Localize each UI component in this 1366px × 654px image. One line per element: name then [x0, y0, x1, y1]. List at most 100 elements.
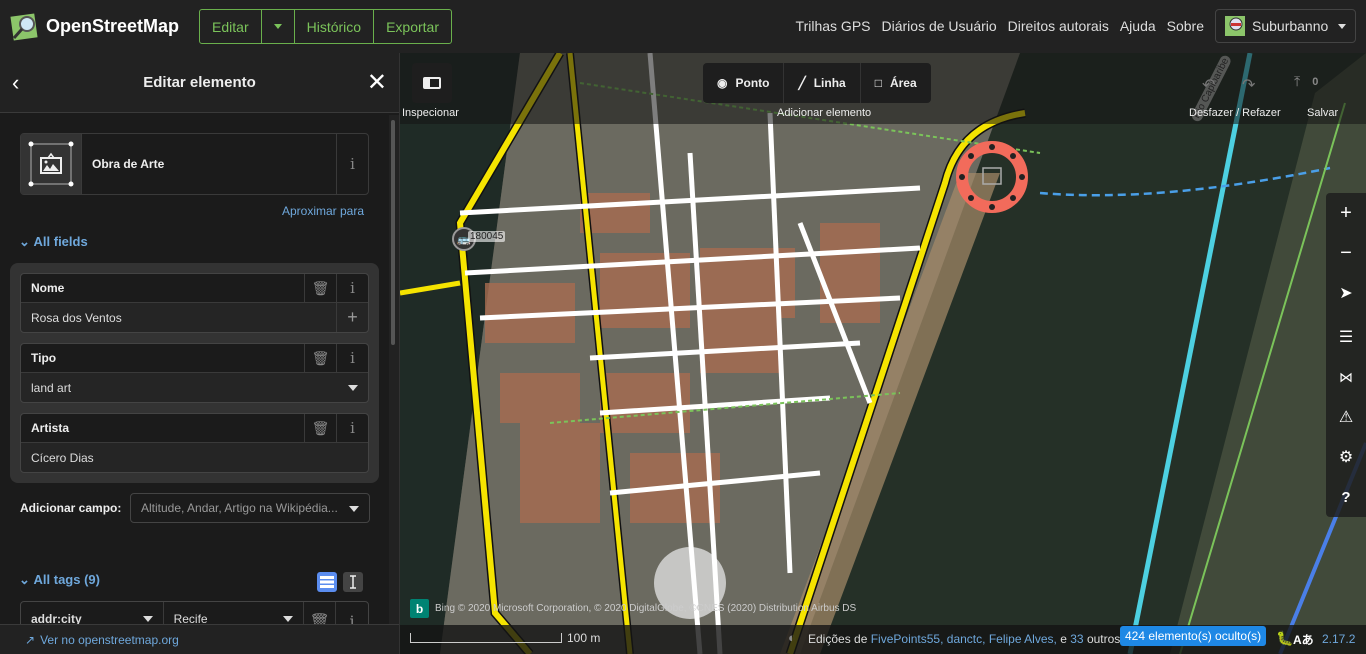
version-link[interactable]: 2.17.2 — [1322, 632, 1355, 646]
history-button[interactable]: Histórico — [295, 10, 375, 43]
all-fields-toggle[interactable]: ⌄ All fields — [19, 234, 88, 250]
edit-button-group: Editar Histórico Exportar — [199, 9, 452, 44]
scale-label: 100 m — [567, 631, 601, 645]
inspect-toggle[interactable] — [412, 63, 452, 103]
all-fields-label: All fields — [33, 234, 88, 249]
language-icon[interactable]: Aあ — [1293, 631, 1314, 648]
sidebar-scrollbar[interactable] — [389, 115, 399, 624]
map-imagery — [400, 53, 1366, 654]
save-button[interactable]: ⤒ 0 — [1294, 73, 1318, 90]
history-panel-icon[interactable]: ◐ — [788, 630, 796, 645]
edits-and: e — [1060, 632, 1067, 646]
add-line-button[interactable]: ╱ Linha — [784, 63, 861, 103]
redo-icon[interactable]: ↷ — [1242, 75, 1255, 95]
view-on-osm-link[interactable]: ↗ Ver no openstreetmap.org — [0, 624, 399, 654]
bug-icon[interactable]: 🐛 — [1276, 630, 1293, 647]
osm-logo[interactable]: OpenStreetMap — [10, 12, 179, 42]
field-label: Artista — [31, 421, 70, 435]
map-canvas[interactable]: 🚌 180045 Rio Capibaribe Inspecionar ◉Pon… — [400, 53, 1366, 654]
others-count-link[interactable]: 33 — [1070, 632, 1083, 646]
edits-attribution: Edições de FivePoints55, danctc, Felipe … — [808, 632, 1120, 646]
nav-links: Trilhas GPS Diários de Usuário Direitos … — [796, 9, 1356, 43]
upload-icon: ⤒ — [1294, 73, 1301, 89]
nav-user-diaries[interactable]: Diários de Usuário — [882, 18, 997, 34]
info-icon[interactable]: i — [336, 414, 368, 442]
field-label: Tipo — [31, 351, 57, 365]
trash-icon[interactable]: 🗑 — [304, 414, 336, 442]
editor-link[interactable]: danctc, — [947, 632, 986, 646]
nav-copyright[interactable]: Direitos autorais — [1008, 18, 1109, 34]
help-icon[interactable]: ? — [1326, 477, 1366, 517]
line-icon: ╱ — [798, 76, 806, 90]
chevron-down-icon: ⌄ — [19, 234, 34, 249]
caret-down-icon — [283, 616, 294, 622]
field-value: Rosa dos Ventos — [31, 310, 122, 325]
plus-icon[interactable]: + — [336, 303, 368, 332]
list-view-icon[interactable] — [317, 572, 337, 592]
text-view-icon[interactable] — [343, 572, 363, 592]
zoom-out-icon[interactable]: − — [1326, 233, 1366, 273]
field-value: land art — [31, 380, 72, 395]
edits-prefix: Edições de — [808, 632, 868, 646]
edit-button[interactable]: Editar — [200, 10, 262, 43]
hidden-features-badge[interactable]: 424 elemento(s) oculto(s) — [1120, 626, 1267, 646]
preset-selector[interactable]: Obra de Arte i — [20, 133, 369, 195]
all-tags-label: All tags (9) — [33, 572, 100, 587]
type-combo[interactable]: land art — [21, 373, 368, 402]
bus-stop-label: 180045 — [468, 231, 506, 242]
editor-link[interactable]: FivePoints55, — [871, 632, 944, 646]
info-icon[interactable]: i — [336, 134, 368, 194]
add-element-label: Adicionar elemento — [777, 107, 872, 119]
add-field-placeholder: Altitude, Andar, Artigo na Wikipédia... — [141, 501, 338, 515]
username: Suburbanno — [1252, 18, 1329, 34]
scale-bar[interactable] — [410, 633, 562, 643]
trash-icon[interactable]: 🗑 — [304, 274, 336, 302]
map-footer: 100 m ◐ Edições de FivePoints55, danctc,… — [400, 625, 1366, 654]
footer-link-text: Ver no openstreetmap.org — [40, 632, 179, 647]
user-menu-button[interactable]: Suburbanno — [1215, 9, 1356, 43]
trash-icon[interactable]: 🗑 — [304, 344, 336, 372]
map-marker-icon: ◉ — [717, 76, 728, 90]
add-point-button[interactable]: ◉ Ponto — [703, 63, 785, 103]
zoom-in-icon[interactable]: + — [1326, 193, 1366, 233]
undo-icon[interactable]: ↶ — [1202, 75, 1215, 95]
add-area-button[interactable]: □ Área — [861, 63, 931, 103]
all-tags-toggle[interactable]: ⌄ All tags (9) — [19, 572, 100, 588]
info-icon[interactable]: i — [336, 344, 368, 372]
field-artist: Artista 🗑 i Cícero Dias — [20, 413, 369, 473]
add-line-label: Linha — [813, 76, 846, 90]
add-element-group: ◉ Ponto ╱ Linha □ Área — [703, 63, 931, 103]
artist-input[interactable]: Cícero Dias — [21, 443, 368, 472]
external-link-icon: ↗ — [25, 632, 36, 647]
nav-help[interactable]: Ajuda — [1120, 18, 1156, 34]
name-input[interactable]: Rosa dos Ventos + — [21, 303, 368, 332]
bing-logo-icon: b — [410, 599, 429, 618]
top-navbar: OpenStreetMap Editar Histórico Exportar … — [0, 0, 1366, 53]
field-name: Nome 🗑 i Rosa dos Ventos + — [20, 273, 369, 333]
zoom-to-link[interactable]: Aproximar para — [282, 204, 364, 218]
editor-link[interactable]: Felipe Alves, — [989, 632, 1057, 646]
sidebar-toggle-icon — [423, 77, 441, 89]
attribution-text[interactable]: Bing © 2020 Microsoft Corporation, © 202… — [435, 603, 856, 614]
edit-dropdown-button[interactable] — [262, 10, 295, 43]
fields-container: Nome 🗑 i Rosa dos Ventos + Tipo 🗑 i land art … — [10, 263, 379, 483]
layers-icon[interactable]: ☰ — [1326, 317, 1366, 357]
preferences-icon[interactable]: ⚙ — [1326, 437, 1366, 477]
osm-logo-icon — [10, 12, 40, 42]
area-icon: □ — [874, 76, 882, 90]
issues-warning-icon[interactable]: ⚠ — [1326, 397, 1366, 437]
close-icon[interactable]: ✕ — [367, 68, 387, 97]
brand-title: OpenStreetMap — [46, 16, 180, 36]
geolocate-icon[interactable]: ➤ — [1326, 273, 1366, 313]
scrollbar-thumb[interactable] — [391, 120, 395, 345]
nav-gps-traces[interactable]: Trilhas GPS — [796, 18, 871, 34]
back-icon[interactable]: ‹ — [12, 70, 19, 96]
add-field-combo[interactable]: Altitude, Andar, Artigo na Wikipédia... — [130, 493, 370, 523]
map-data-icon[interactable]: ⋈ — [1326, 357, 1366, 397]
map-controls: + − ➤ ☰ ⋈ ⚠ ⚙ ? — [1326, 193, 1366, 517]
info-icon[interactable]: i — [336, 274, 368, 302]
nav-about[interactable]: Sobre — [1167, 18, 1204, 34]
chevron-down-icon: ⌄ — [19, 572, 34, 587]
export-button[interactable]: Exportar — [374, 10, 451, 43]
inspect-label: Inspecionar — [402, 107, 459, 119]
